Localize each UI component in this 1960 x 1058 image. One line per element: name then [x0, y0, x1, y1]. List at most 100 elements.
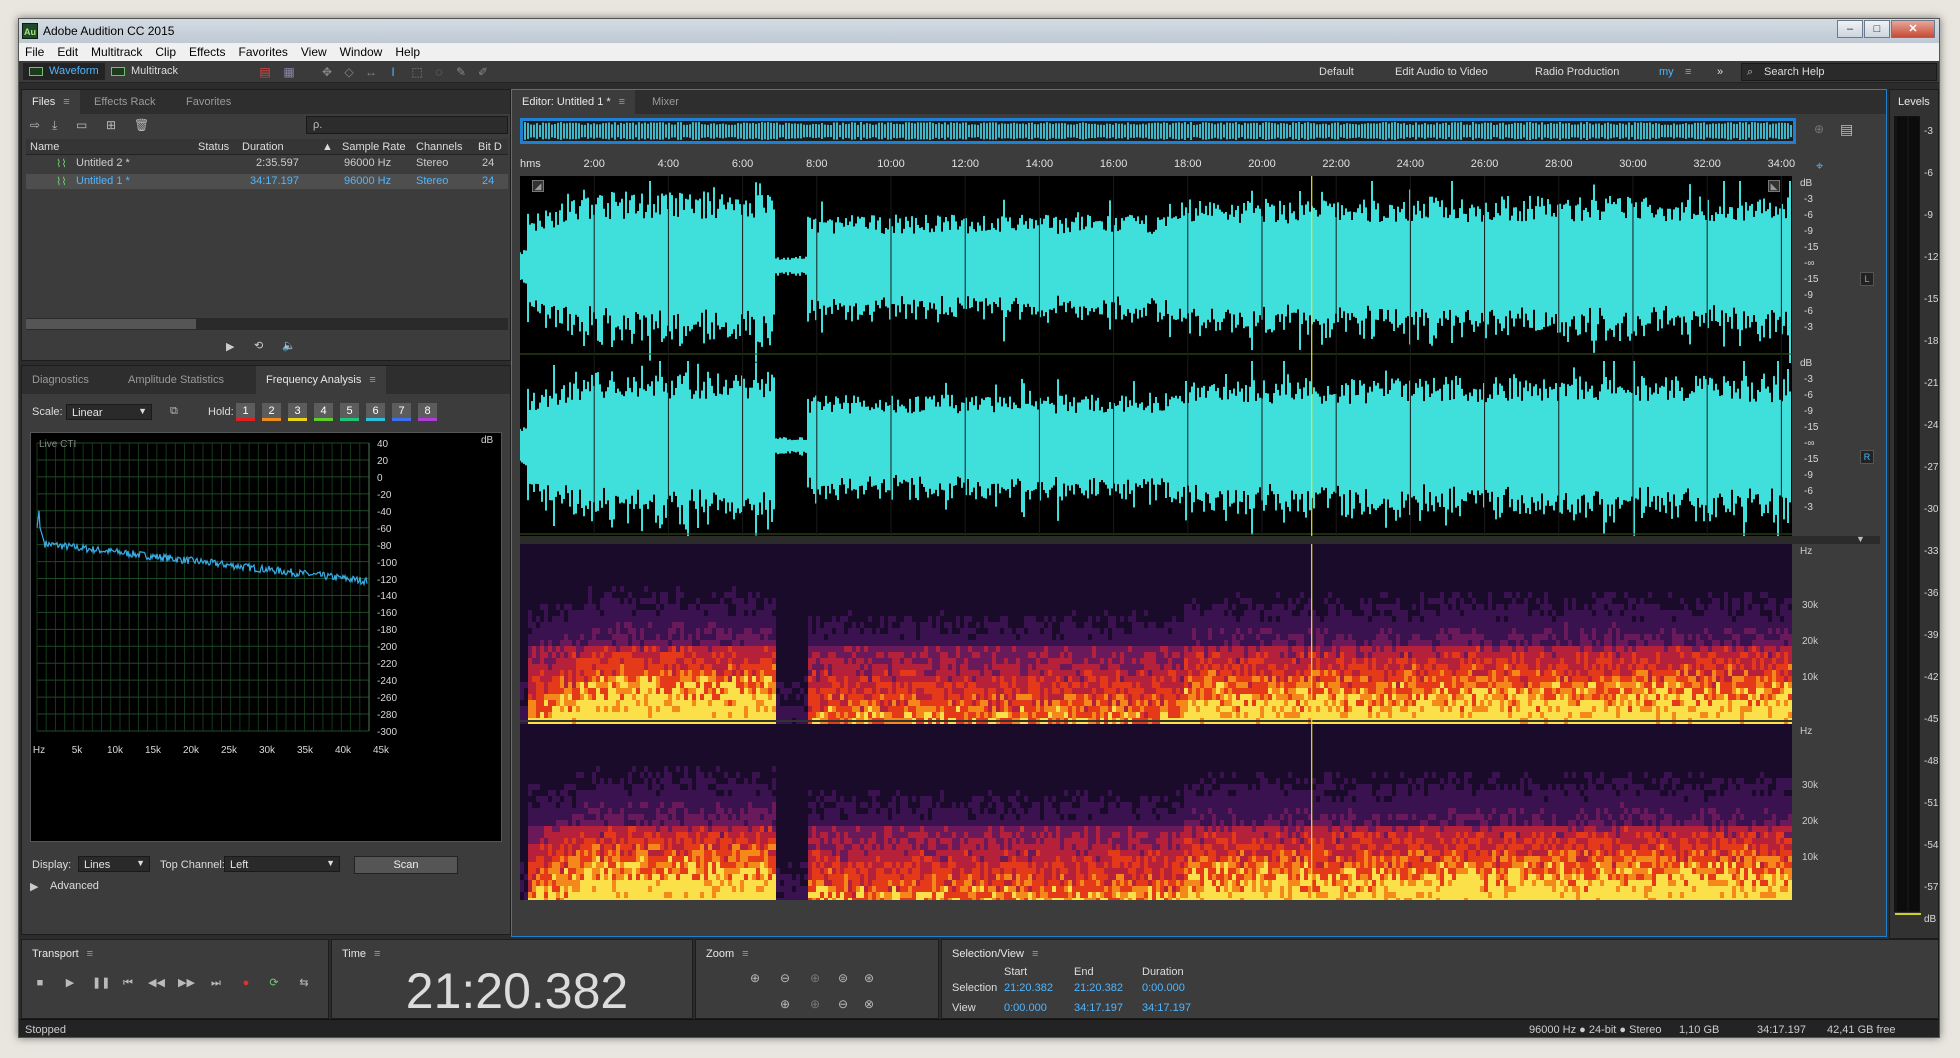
file-row[interactable]: ⌇⌇ Untitled 1 * 34:17.197 96000 Hz Stere…: [26, 174, 508, 189]
menu-multitrack[interactable]: Multitrack: [85, 43, 149, 61]
menu-file[interactable]: File: [19, 43, 51, 61]
overview-menu-icon[interactable]: ▤: [1840, 121, 1853, 138]
col-channels[interactable]: Channels: [416, 141, 462, 153]
scan-button[interactable]: Scan: [354, 856, 458, 874]
fade-out-handle-icon[interactable]: ◣: [1768, 180, 1780, 192]
spectral-divider[interactable]: [520, 536, 1880, 544]
hold-button-6[interactable]: 6: [366, 403, 385, 421]
delete-file-icon[interactable]: 🗑: [134, 118, 149, 132]
spec-cell: [812, 712, 816, 718]
marquee-tool-icon[interactable]: ⬚: [409, 65, 425, 79]
workspace-overflow-icon[interactable]: »: [1717, 66, 1723, 78]
spec-cell: [888, 706, 892, 712]
files-scrollbar-thumb[interactable]: [26, 319, 196, 329]
time-selection-tool-icon[interactable]: I: [385, 65, 401, 79]
spec-cell: [600, 592, 604, 598]
pitch-display-icon[interactable]: ▦: [281, 65, 297, 79]
spec-cell: [672, 652, 676, 658]
close-button[interactable]: ✕: [1891, 20, 1935, 38]
col-duration[interactable]: Duration: [242, 141, 284, 153]
overview-navigator[interactable]: [520, 118, 1796, 144]
hold-button-3[interactable]: 3: [288, 403, 307, 421]
workspace-my[interactable]: my: [1659, 66, 1674, 78]
lasso-tool-icon[interactable]: ◌: [431, 65, 447, 79]
col-sample-rate[interactable]: Sample Rate: [342, 141, 406, 153]
workspace-default[interactable]: Default: [1319, 66, 1354, 78]
spec-cell: [564, 634, 568, 640]
tab-amplitude-statistics[interactable]: Amplitude Statistics: [118, 366, 234, 394]
tab-diagnostics[interactable]: Diagnostics: [22, 366, 99, 394]
hold-button-1[interactable]: 1: [236, 403, 255, 421]
menu-favorites[interactable]: Favorites: [233, 43, 295, 61]
file-row[interactable]: ⌇⌇ Untitled 2 * 2:35.597 96000 Hz Stereo…: [26, 156, 508, 171]
hold-button-2[interactable]: 2: [262, 403, 281, 421]
insert-into-multitrack-icon[interactable]: ⊞: [106, 118, 116, 132]
timeline-ruler[interactable]: hms 2:00 4:00 6:00 8:00 10:00 12:00 14:00 16:00…: [516, 156, 1795, 174]
spec-cell: [852, 568, 856, 574]
minimize-button[interactable]: –: [1837, 20, 1863, 38]
files-scrollbar[interactable]: [26, 318, 508, 330]
workspace-menu-icon[interactable]: ≡: [1685, 66, 1691, 78]
tab-effects-rack[interactable]: Effects Rack: [84, 90, 166, 114]
hold-button-7[interactable]: 7: [392, 403, 411, 421]
col-name[interactable]: Name: [30, 141, 59, 153]
zoom-tool-icon[interactable]: ⊕: [1814, 122, 1824, 136]
hold-button-8[interactable]: 8: [418, 403, 437, 421]
col-bit-depth[interactable]: Bit D: [478, 141, 502, 153]
channel-right-toggle[interactable]: R: [1860, 450, 1874, 464]
razor-tool-icon[interactable]: ◇: [341, 65, 357, 79]
menu-help[interactable]: Help: [389, 43, 427, 61]
spec-cell: [624, 604, 628, 610]
divider-chevron-icon[interactable]: ▼: [1856, 534, 1865, 544]
move-tool-icon[interactable]: ✥: [319, 65, 335, 79]
play-preview-icon[interactable]: ▶: [226, 340, 234, 353]
loop-preview-icon[interactable]: ⟲: [254, 339, 263, 352]
search-help-input[interactable]: ⌕ Search Help: [1741, 63, 1937, 81]
spec-cell: [660, 586, 664, 592]
expand-advanced-icon[interactable]: ▶: [30, 880, 38, 893]
open-file-icon[interactable]: ⇨: [30, 118, 40, 132]
spec-cell: [624, 652, 628, 658]
copy-graph-icon[interactable]: ⧉: [170, 405, 178, 418]
tab-files[interactable]: Files ≡: [22, 90, 80, 114]
maximize-button[interactable]: □: [1864, 20, 1890, 38]
hold-button-4[interactable]: 4: [314, 403, 333, 421]
files-search-input[interactable]: ρ.: [306, 116, 508, 134]
snap-icon[interactable]: ⌖: [1816, 158, 1823, 174]
channel-left-toggle[interactable]: L: [1860, 272, 1874, 286]
tab-mixer[interactable]: Mixer: [642, 90, 689, 114]
tab-editor[interactable]: Editor: Untitled 1 * ≡: [512, 90, 636, 114]
new-file-icon[interactable]: ▭: [76, 118, 87, 132]
slip-tool-icon[interactable]: ↔: [363, 65, 379, 79]
menu-window[interactable]: Window: [334, 43, 390, 61]
menu-clip[interactable]: Clip: [149, 43, 183, 61]
menu-view[interactable]: View: [295, 43, 334, 61]
menu-effects[interactable]: Effects: [183, 43, 232, 61]
import-file-icon[interactable]: ⤓: [52, 118, 57, 133]
spectral-display-icon[interactable]: ▤: [257, 65, 273, 79]
spot-healing-tool-icon[interactable]: ✐: [475, 65, 491, 79]
scale-dropdown[interactable]: Linear ▼: [66, 404, 152, 420]
spec-cell: [692, 598, 696, 604]
tab-frequency-analysis[interactable]: Frequency Analysis ≡: [256, 366, 386, 394]
menu-edit[interactable]: Edit: [51, 43, 85, 61]
col-status[interactable]: Status: [198, 141, 229, 153]
spec-cell: [876, 706, 880, 712]
tab-favorites[interactable]: Favorites: [176, 90, 241, 114]
spectral-view[interactable]: [520, 544, 1792, 900]
spec-cell: [720, 598, 724, 604]
multitrack-mode-button[interactable]: Multitrack: [105, 63, 184, 80]
waveform-mode-button[interactable]: Waveform: [23, 63, 105, 80]
spec-cell: [584, 628, 588, 634]
workspace-radio-production[interactable]: Radio Production: [1535, 66, 1619, 78]
hold-button-5[interactable]: 5: [340, 403, 359, 421]
advanced-toggle[interactable]: Advanced: [50, 880, 99, 892]
fade-in-handle-icon[interactable]: ◢: [532, 180, 544, 192]
brush-tool-icon[interactable]: ✎: [453, 65, 469, 79]
top-channel-dropdown[interactable]: Left ▼: [224, 856, 340, 872]
autoplay-icon[interactable]: 🔈: [282, 339, 296, 352]
display-dropdown[interactable]: Lines ▼: [78, 856, 150, 872]
waveform-view[interactable]: ◢ ◣: [520, 176, 1792, 536]
workspace-edit-audio-to-video[interactable]: Edit Audio to Video: [1395, 66, 1488, 78]
spec-cell: [804, 688, 808, 694]
